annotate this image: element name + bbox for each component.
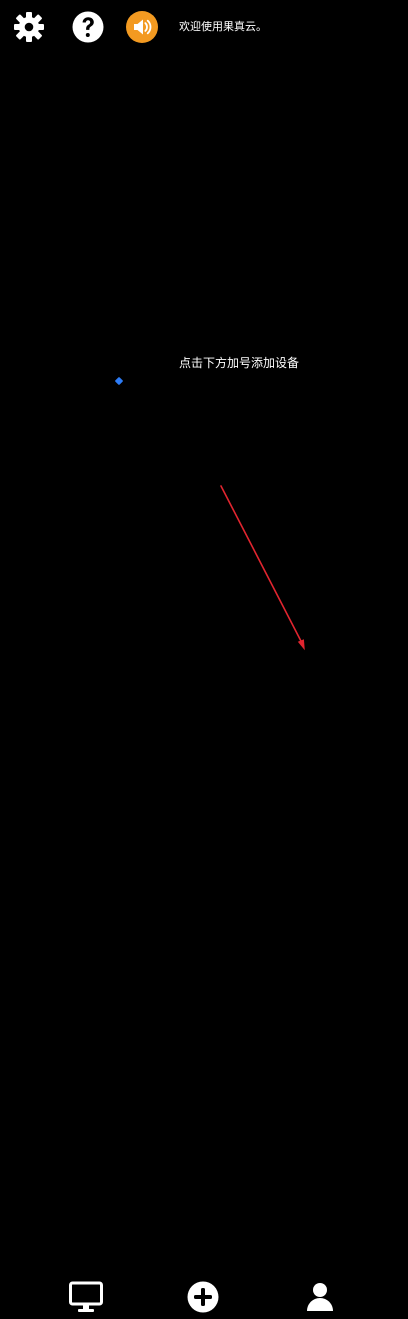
blue-marker xyxy=(114,376,124,386)
welcome-message: 欢迎使用果真云。 xyxy=(179,20,267,33)
top-bar: 欢迎使用果真云。 xyxy=(0,0,408,56)
empty-state-hint: 点击下方加号添加设备 xyxy=(179,356,300,370)
monitor-icon xyxy=(69,1281,103,1312)
settings-button[interactable] xyxy=(12,10,46,44)
question-circle-icon xyxy=(72,11,104,43)
help-button[interactable] xyxy=(71,10,105,44)
user-icon xyxy=(307,1283,333,1311)
devices-tab[interactable] xyxy=(64,1275,108,1319)
add-device-button[interactable] xyxy=(181,1275,225,1319)
gear-icon xyxy=(14,12,44,42)
speaker-button[interactable] xyxy=(125,10,159,44)
account-tab[interactable] xyxy=(298,1275,342,1319)
speaker-icon xyxy=(126,11,158,43)
plus-circle-icon xyxy=(187,1281,219,1313)
bottom-navigation xyxy=(0,635,408,1313)
